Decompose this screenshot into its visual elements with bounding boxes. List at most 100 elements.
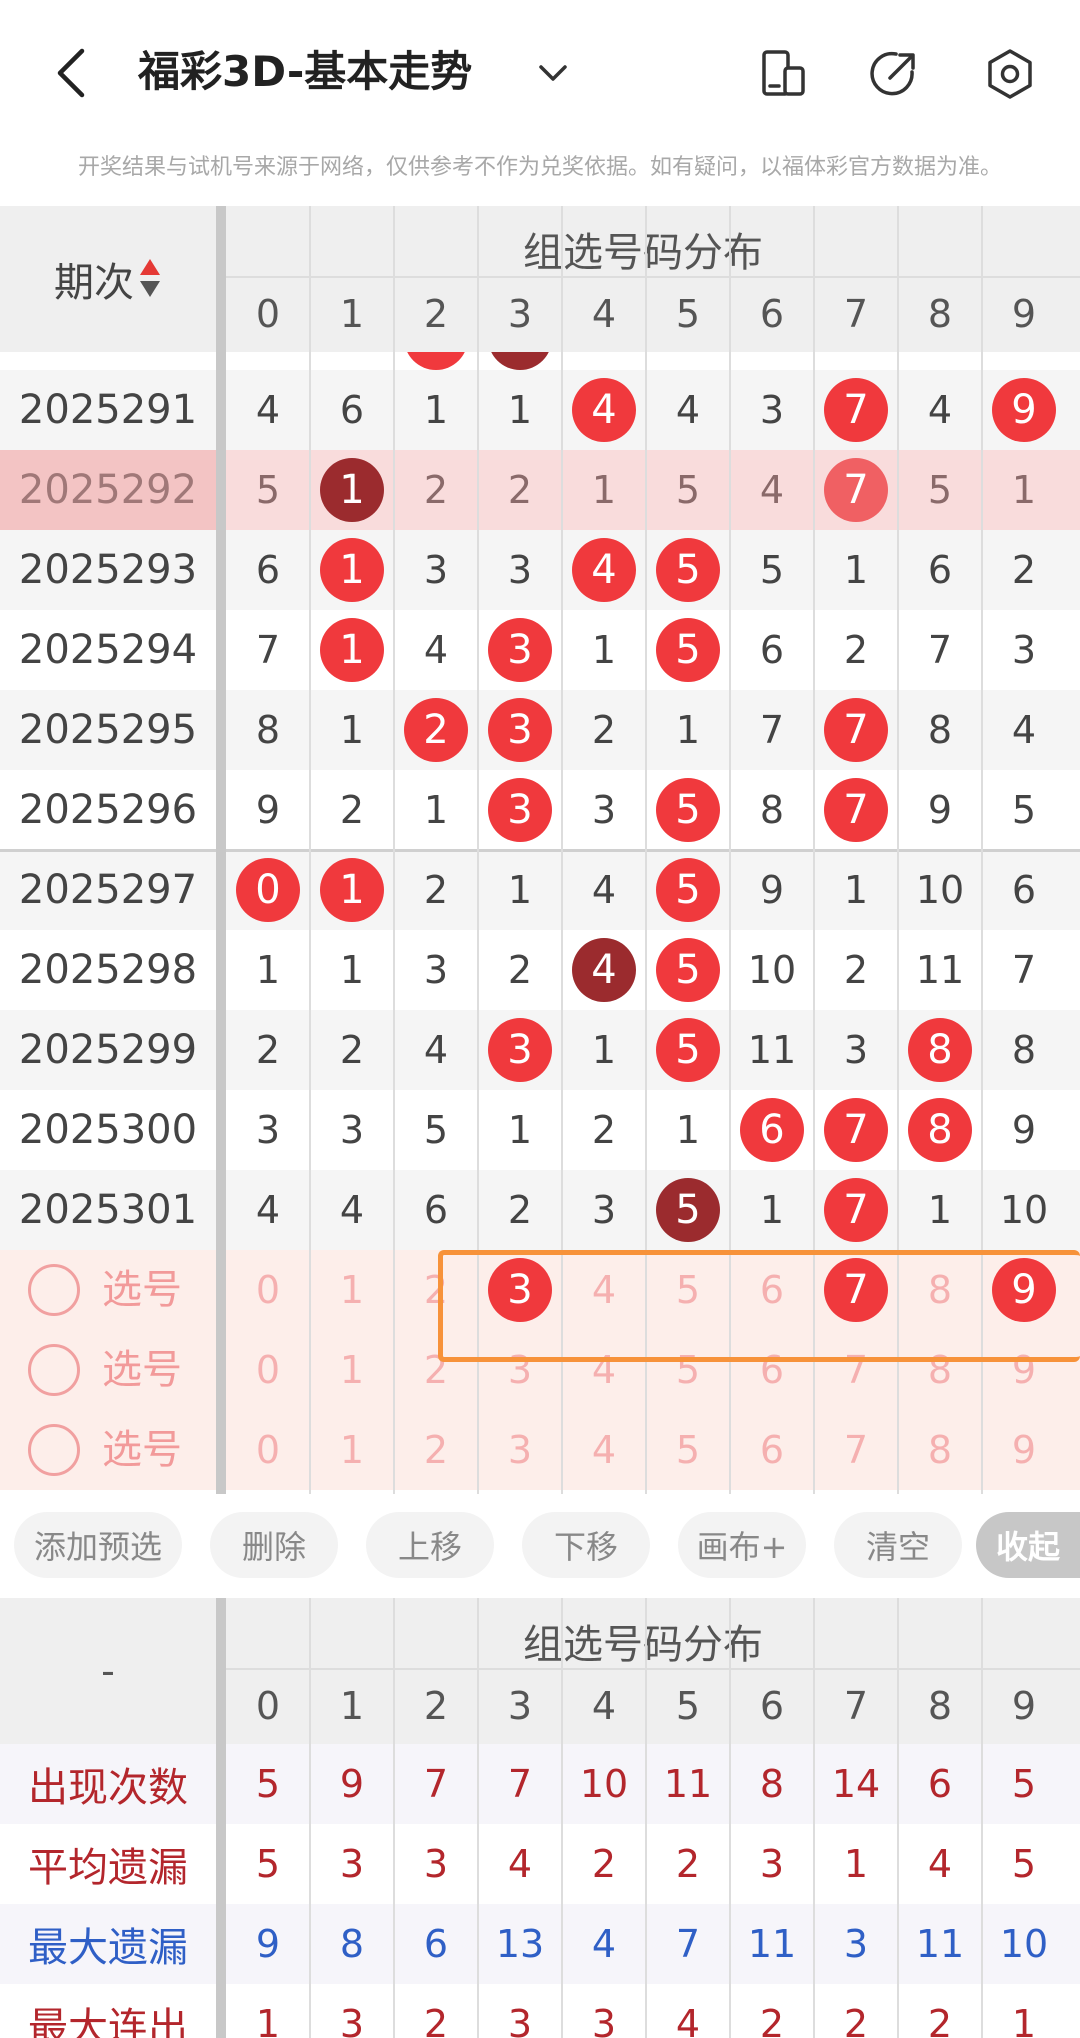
partial-ball [488, 352, 552, 370]
section-title: 组选号码分布 [523, 230, 763, 276]
number-cell: 1 [423, 788, 449, 832]
action-button[interactable]: 清空 [834, 1512, 962, 1578]
select-radio[interactable] [28, 1344, 80, 1396]
digit-header-2: 2 [423, 292, 449, 336]
period-header[interactable]: 期次 [0, 206, 216, 352]
number-ball: 0 [236, 858, 300, 922]
page-title[interactable]: 福彩3D-基本走势 [138, 42, 472, 102]
selection-digit-8[interactable]: 8 [898, 1410, 982, 1490]
digit-header-8: 8 [927, 292, 953, 336]
number-cell: 6 [927, 548, 953, 592]
selection-digit-0[interactable]: 0 [226, 1330, 310, 1410]
number-cell: 3 [478, 610, 562, 690]
selection-digit-4[interactable]: 4 [562, 1410, 646, 1490]
stats-value: 3 [843, 1922, 869, 1966]
number-cell: 1 [507, 1108, 533, 1152]
number-cell: 6 [255, 548, 281, 592]
chevron-down-icon[interactable] [535, 55, 571, 91]
number-cell: 1 [591, 628, 617, 672]
number-ball: 3 [488, 1018, 552, 1082]
sort-icon[interactable] [138, 257, 162, 301]
stats-value: 9 [255, 1922, 281, 1966]
stats-row-label: 出现次数 [28, 1765, 188, 1811]
selection-digit-1[interactable]: 1 [310, 1330, 394, 1410]
stats-digit-header-8: 8 [927, 1684, 953, 1728]
number-ball: 2 [404, 698, 468, 762]
table-row[interactable]: 2025298 1 1 3 2 4 5 10 2 11 7 [0, 930, 1080, 1010]
number-ball: 8 [908, 1098, 972, 1162]
table-row[interactable]: 2025294 7 1 4 3 1 5 6 2 7 3 [0, 610, 1080, 690]
number-cell: 5 [1011, 788, 1037, 832]
number-cell: 7 [814, 770, 898, 850]
selection-label[interactable]: 选号 [102, 1410, 182, 1490]
partial-row [0, 352, 1080, 370]
action-button[interactable]: 下移 [522, 1512, 650, 1578]
number-cell: 8 [1011, 1028, 1037, 1072]
digit-header-3: 3 [507, 292, 533, 336]
number-ball: 5 [656, 778, 720, 842]
number-cell: 7 [814, 1170, 898, 1250]
table-row[interactable]: 2025301 4 4 6 2 3 5 1 7 1 10 [0, 1170, 1080, 1250]
number-cell: 2 [339, 788, 365, 832]
stats-value: 2 [927, 2002, 953, 2038]
selection-digit-3[interactable]: 3 [478, 1410, 562, 1490]
number-cell: 2 [591, 1108, 617, 1152]
stats-value: 7 [675, 1922, 701, 1966]
number-cell: 2 [339, 1028, 365, 1072]
number-cell: 7 [255, 628, 281, 672]
stats-digit-header-6: 6 [759, 1684, 785, 1728]
number-cell: 3 [1011, 628, 1037, 672]
column-divider [561, 1598, 563, 2038]
number-ball: 3 [488, 778, 552, 842]
share-icon[interactable] [866, 46, 922, 102]
table-row[interactable]: 2025291 4 6 1 1 4 4 3 7 4 9 [0, 370, 1080, 450]
back-arrow-icon[interactable] [50, 45, 94, 101]
selection-digit-1[interactable]: 1 [310, 1410, 394, 1490]
selection-digit-2[interactable]: 2 [394, 1410, 478, 1490]
action-button[interactable]: 收起 [976, 1512, 1080, 1578]
number-cell: 5 [646, 930, 730, 1010]
stats-corner: - [101, 1649, 115, 1693]
table-row[interactable]: 2025297 0 1 2 1 4 5 9 1 10 6 [0, 850, 1080, 930]
number-cell: 3 [507, 548, 533, 592]
stats-value: 6 [423, 1922, 449, 1966]
selection-digit-5[interactable]: 5 [646, 1410, 730, 1490]
selection-digit-9[interactable]: 9 [982, 1410, 1066, 1490]
selection-digit-0[interactable]: 0 [226, 1250, 310, 1330]
header-divider [226, 276, 1080, 278]
number-cell: 5 [646, 770, 730, 850]
stats-value: 3 [507, 2002, 533, 2038]
device-switch-icon[interactable] [755, 46, 811, 102]
action-button[interactable]: 画布+ [678, 1512, 806, 1578]
stats-value: 4 [591, 1922, 617, 1966]
table-row[interactable]: 2025295 8 1 2 3 2 1 7 7 8 4 [0, 690, 1080, 770]
action-button[interactable]: 上移 [366, 1512, 494, 1578]
stats-value: 11 [663, 1762, 713, 1806]
selection-digit-0[interactable]: 0 [226, 1410, 310, 1490]
number-cell: 2 [423, 868, 449, 912]
selection-digit-7[interactable]: 7 [814, 1410, 898, 1490]
table-row[interactable]: 2025293 6 1 3 3 4 5 5 1 6 2 [0, 530, 1080, 610]
number-cell: 1 [591, 1028, 617, 1072]
select-radio[interactable] [28, 1264, 80, 1316]
table-row[interactable]: 2025296 9 2 1 3 3 5 8 7 9 5 [0, 770, 1080, 850]
number-cell: 3 [478, 1010, 562, 1090]
settings-hexagon-icon[interactable] [982, 46, 1038, 102]
table-row[interactable]: 2025300 3 3 5 1 2 1 6 7 8 9 [0, 1090, 1080, 1170]
number-cell: 8 [927, 708, 953, 752]
action-button[interactable]: 添加预选 [14, 1512, 182, 1578]
selection-digit-6[interactable]: 6 [730, 1410, 814, 1490]
period-cell: 2025291 [18, 387, 198, 433]
selection-label[interactable]: 选号 [102, 1250, 182, 1330]
select-radio[interactable] [28, 1424, 80, 1476]
table-row[interactable]: 2025292 5 1 2 2 1 5 4 7 5 1 [0, 450, 1080, 530]
selection-label[interactable]: 选号 [102, 1330, 182, 1410]
table-row[interactable]: 2025299 2 2 4 3 1 5 11 3 8 8 [0, 1010, 1080, 1090]
selection-row: 选号 0 1 2 3 4 5 6 7 8 9 [0, 1410, 1080, 1490]
number-cell: 9 [255, 788, 281, 832]
stats-value: 11 [915, 1922, 965, 1966]
action-button[interactable]: 删除 [210, 1512, 338, 1578]
selection-digit-1[interactable]: 1 [310, 1250, 394, 1330]
digit-header-9: 9 [1011, 292, 1037, 336]
number-cell: 2 [423, 468, 449, 512]
